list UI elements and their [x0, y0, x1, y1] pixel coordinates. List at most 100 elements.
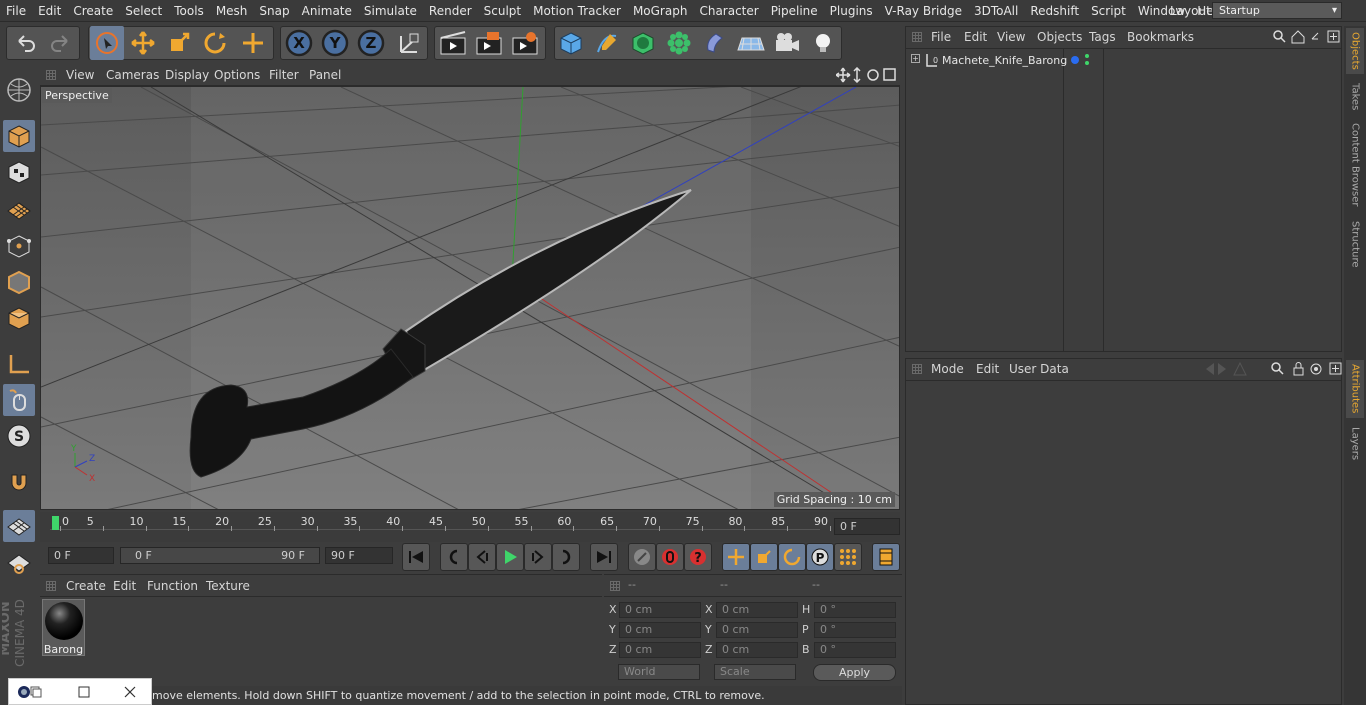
- points-mode-icon[interactable]: [3, 230, 35, 262]
- axis-mode-icon[interactable]: [3, 348, 35, 380]
- next-keyframe-icon[interactable]: [552, 543, 580, 571]
- next-frame-icon[interactable]: [524, 543, 552, 571]
- x-axis-lock-icon[interactable]: X: [282, 26, 316, 60]
- size-x-field[interactable]: 0 cm: [716, 602, 798, 618]
- panel-grip-icon[interactable]: [610, 581, 620, 591]
- menu-select[interactable]: Select: [119, 4, 168, 18]
- object-row[interactable]: + 0 Machete_Knife_Barong: [908, 52, 1067, 70]
- coord-transform-select[interactable]: Scale: [714, 664, 796, 680]
- rotation-b-field[interactable]: 0 °: [814, 642, 896, 658]
- menu-file[interactable]: File: [0, 4, 32, 18]
- cube-object-icon[interactable]: [554, 26, 588, 60]
- key-parameter-icon[interactable]: P: [806, 543, 834, 571]
- cinema4d-app-icon[interactable]: [17, 685, 43, 699]
- attr-menu-mode[interactable]: Mode: [931, 362, 964, 376]
- editor-visibility-icon[interactable]: [1085, 54, 1089, 58]
- menu-pipeline[interactable]: Pipeline: [765, 4, 824, 18]
- workplane-mode-icon[interactable]: [3, 192, 35, 224]
- menu-render[interactable]: Render: [423, 4, 478, 18]
- redo-icon[interactable]: [44, 26, 78, 60]
- attr-menu-user-data[interactable]: User Data: [1009, 362, 1069, 376]
- render-picture-viewer-icon[interactable]: [472, 26, 506, 60]
- menu-script[interactable]: Script: [1085, 4, 1132, 18]
- menu-mesh[interactable]: Mesh: [210, 4, 254, 18]
- tab-objects[interactable]: Objects: [1346, 28, 1364, 74]
- coord-mode-select[interactable]: World: [618, 664, 700, 680]
- timeline-window-icon[interactable]: [872, 543, 900, 571]
- panel-grip-icon[interactable]: [46, 581, 56, 591]
- key-scale-icon[interactable]: [750, 543, 778, 571]
- object-menu-objects[interactable]: Objects: [1037, 30, 1082, 44]
- menu-simulate[interactable]: Simulate: [358, 4, 423, 18]
- layout-select[interactable]: Startup: [1212, 2, 1342, 19]
- play-icon[interactable]: [496, 543, 524, 571]
- maximize-icon[interactable]: [77, 685, 91, 699]
- material-menu-edit[interactable]: Edit: [113, 579, 136, 593]
- texture-mode-icon[interactable]: [3, 156, 35, 188]
- object-menu-file[interactable]: File: [931, 30, 951, 44]
- live-selection-icon[interactable]: [90, 26, 124, 60]
- object-menu-bookmarks[interactable]: Bookmarks: [1127, 30, 1194, 44]
- z-axis-lock-icon[interactable]: Z: [354, 26, 388, 60]
- tweak-mode-icon[interactable]: [3, 384, 35, 416]
- polygons-mode-icon[interactable]: [3, 302, 35, 334]
- render-visibility-icon[interactable]: [1085, 61, 1089, 65]
- deformer-bend-icon[interactable]: [698, 26, 732, 60]
- model-mode-icon[interactable]: [3, 120, 35, 152]
- attribute-manager-header-icons[interactable]: [1202, 361, 1342, 377]
- menu-tools[interactable]: Tools: [168, 4, 210, 18]
- camera-icon[interactable]: [770, 26, 804, 60]
- floor-environment-icon[interactable]: [734, 26, 768, 60]
- planar-workplane-icon[interactable]: [3, 546, 35, 578]
- object-menu-edit[interactable]: Edit: [964, 30, 987, 44]
- perspective-viewport[interactable]: Y Z X Perspective Grid Spacing : 10 cm: [40, 86, 900, 510]
- undo-icon[interactable]: [8, 26, 42, 60]
- make-editable-icon[interactable]: [3, 74, 35, 106]
- coordinate-system-icon[interactable]: [392, 26, 426, 60]
- viewport-menu-options[interactable]: Options: [214, 68, 260, 82]
- tab-structure[interactable]: Structure: [1346, 218, 1364, 270]
- goto-start-icon[interactable]: [402, 543, 430, 571]
- viewport-menu-cameras[interactable]: Cameras: [106, 68, 159, 82]
- prev-keyframe-icon[interactable]: [440, 543, 468, 571]
- menu-animate[interactable]: Animate: [296, 4, 358, 18]
- position-y-field[interactable]: 0 cm: [619, 622, 701, 638]
- tab-takes[interactable]: Takes: [1346, 80, 1364, 114]
- light-icon[interactable]: [806, 26, 840, 60]
- menu-sculpt[interactable]: Sculpt: [478, 4, 527, 18]
- menu-character[interactable]: Character: [693, 4, 764, 18]
- menu-edit[interactable]: Edit: [32, 4, 67, 18]
- y-axis-lock-icon[interactable]: Y: [318, 26, 352, 60]
- viewport-navigation-icons[interactable]: [836, 67, 898, 83]
- menu-snap[interactable]: Snap: [253, 4, 295, 18]
- material-menu-create[interactable]: Create: [66, 579, 106, 593]
- tab-content-browser[interactable]: Content Browser: [1346, 120, 1364, 210]
- tab-layers[interactable]: Layers: [1346, 424, 1364, 464]
- viewport-menu-view[interactable]: View: [66, 68, 94, 82]
- attr-menu-edit[interactable]: Edit: [976, 362, 999, 376]
- menu-create[interactable]: Create: [67, 4, 119, 18]
- close-icon[interactable]: [123, 685, 137, 699]
- menu-3dtoall[interactable]: 3DToAll: [968, 4, 1024, 18]
- key-rotation-icon[interactable]: [778, 543, 806, 571]
- end-frame-field[interactable]: 90 F: [325, 547, 393, 564]
- menu-mograph[interactable]: MoGraph: [627, 4, 694, 18]
- object-menu-view[interactable]: View: [997, 30, 1025, 44]
- timeline-ruler[interactable]: 0 5 10 15 20 25 30 35 40 45 50 55 60 65 70 75 80 85 90 0 F: [40, 512, 900, 542]
- cloner-icon[interactable]: [662, 26, 696, 60]
- panel-grip-icon[interactable]: [912, 32, 922, 42]
- object-name[interactable]: Machete_Knife_Barong: [942, 54, 1067, 67]
- edges-mode-icon[interactable]: [3, 266, 35, 298]
- menu-plugins[interactable]: Plugins: [824, 4, 879, 18]
- menu-v-ray-bridge[interactable]: V-Ray Bridge: [879, 4, 968, 18]
- apply-button[interactable]: Apply: [813, 664, 896, 681]
- layer-dot-icon[interactable]: [1071, 56, 1079, 64]
- size-y-field[interactable]: 0 cm: [716, 622, 798, 638]
- frame-range-slider[interactable]: 0 F 90 F: [120, 547, 320, 564]
- material-menu-texture[interactable]: Texture: [206, 579, 250, 593]
- viewport-menu-filter[interactable]: Filter: [269, 68, 299, 82]
- position-z-field[interactable]: 0 cm: [619, 642, 701, 658]
- prev-frame-icon[interactable]: [468, 543, 496, 571]
- solo-icon[interactable]: S: [3, 420, 35, 452]
- expand-icon[interactable]: +: [911, 54, 920, 63]
